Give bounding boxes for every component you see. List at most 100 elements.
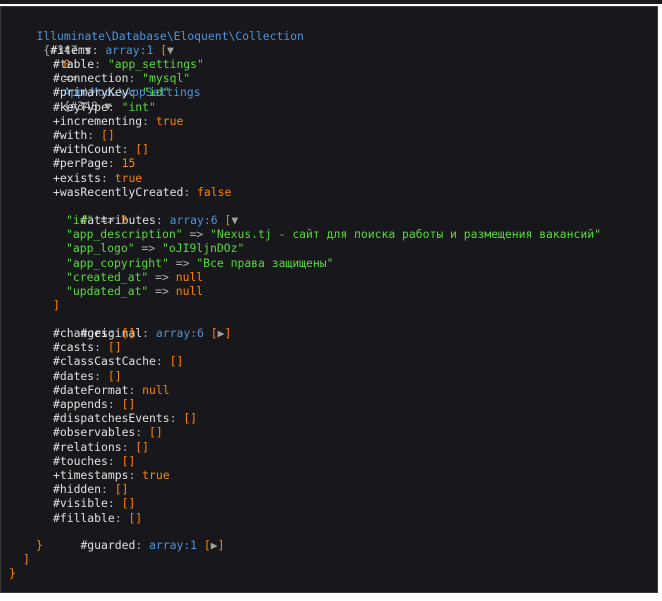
model-prop-row-separator: : [107,397,122,411]
model-prop-row-key: #table [53,57,95,71]
model-prop-row-value: [] [114,482,129,497]
model-prop-row-value: 15 [121,156,136,171]
model-prop-row-value: [] [169,354,184,369]
model-prop-row-key: #observables [53,425,136,440]
attribute-row-separator: => [148,269,176,284]
model-prop-row: #with: [] [53,128,115,142]
attributes-type: array:6 [169,213,218,227]
guarded-line: #guarded: array:1 [▶] [53,524,224,552]
attribute-row: "updated_at" => null [66,284,203,298]
model-prop-row-key: #appends [53,397,108,411]
attribute-row-separator: => [148,284,176,298]
attribute-row-value: "oJI9ljnDOz" [162,241,245,256]
model-prop-row-value: [] [121,397,136,411]
attribute-row-separator: => [182,227,211,242]
model-prop-row-value: [] [107,368,122,383]
model-prop-row-value: [] [101,128,115,142]
attribute-row-separator: => [168,255,197,270]
attribute-row-value: "Nexus.tj - сайт для поиска работы и раз… [210,227,601,242]
model-prop-row-separator: : [107,156,122,171]
model-prop-row-key: #dates [53,368,95,383]
model-prop-row: #connection: "mysql" [53,71,190,85]
attribute-row-key: "app_description" [66,227,183,242]
model-prop-row-value: [] [121,453,136,468]
model-prop-row-key: #changes [53,326,108,340]
model-prop-row-key: #keyType [53,99,108,114]
original-open-bracket: [ [210,326,218,340]
model-prop-row-separator: : [94,340,108,355]
guarded-close-bracket: ] [217,538,225,552]
model-prop-row-value: "mysql" [142,71,191,86]
original-line: #original: array:6 [▶] [53,312,231,340]
model-prop-row-separator: : [128,71,143,86]
attribute-row-value: "Все права защищены" [196,255,334,270]
model-prop-row-key: +incrementing [53,113,143,128]
model-prop-row-value: null [142,382,170,397]
model-prop-row-separator: : [107,326,122,340]
model-prop-row: #visible: [] [53,496,135,510]
attribute-row: "created_at" => null [66,270,203,284]
attribute-row-value: 2 [120,213,128,227]
model-prop-row-separator: : [121,142,136,157]
model-prop-row-separator: : [101,170,115,185]
model-prop-row-key: #classCastCache [53,354,156,369]
model-prop-row-value: [] [107,340,122,355]
guarded-type: array:1 [149,538,198,552]
model-prop-row-value: "app_settings" [107,57,204,71]
attribute-row-separator: => [134,241,163,256]
attributes-close-bracket: ] [53,298,60,312]
model-prop-row-separator: : [142,113,156,128]
model-prop-row-separator: : [94,57,108,71]
model-prop-row-separator: : [183,184,198,199]
model-prop-row-separator: : [128,468,143,482]
model-prop-row: #casts: [] [53,340,122,354]
model-prop-row-value: "id" [142,85,170,100]
attribute-row-value: null [175,269,204,284]
attributes-collapse-toggle-icon[interactable]: ▼ [231,213,238,227]
model-prop-row-value: [] [121,496,136,511]
model-prop-row-key: #primaryKey [53,85,129,100]
original-colon: : [142,326,156,340]
model-prop-row: #dispatchesEvents: [] [53,411,197,425]
model-prop-row-separator: : [87,128,102,142]
model-prop-row-key: #dateFormat [53,382,129,397]
model-prop-row: #primaryKey: "id" [53,85,170,99]
model-prop-row: #classCastCache: [] [53,354,183,368]
guarded-colon: : [135,538,150,552]
attribute-row: "app_logo" => "oJI9ljnDOz" [66,241,244,255]
model-prop-row-separator: : [121,439,136,454]
model-prop-row: #perPage: 15 [53,156,135,170]
model-prop-row-value: [] [135,142,150,157]
model-prop-row-separator: : [107,453,122,468]
model-prop-row-separator: : [155,354,170,369]
original-close-bracket: ] [224,326,232,340]
model-prop-row-separator: : [135,425,150,440]
attribute-row-key: "created_at" [66,269,149,284]
model-prop-row-key: +exists [53,170,102,185]
attribute-row-separator: => [93,213,121,227]
model-prop-row-value: [] [183,411,198,426]
model-prop-row-key: #hidden [53,482,102,497]
model-prop-row-key: #fillable [53,510,115,525]
model-prop-row-separator: : [101,482,115,497]
model-prop-row: +timestamps: true [53,468,170,482]
model-prop-row-value: false [197,184,232,199]
model-prop-row: #dates: [] [53,369,122,383]
model-prop-row: #changes: [] [53,326,135,340]
model-prop-row: +wasRecentlyCreated: false [53,185,231,199]
model-prop-row-value: [] [135,439,150,454]
model-prop-row-value: true [142,468,170,482]
top-bar [0,0,662,4]
model-prop-row-value: [] [128,510,143,525]
model-prop-row-key: #casts [53,340,95,355]
model-prop-row-separator: : [114,510,129,525]
model-prop-row: +incrementing: true [53,114,183,128]
attribute-row-key: "app_logo" [66,241,135,256]
model-prop-row-key: +wasRecentlyCreated [53,184,184,199]
model-close-brace: } [36,538,43,552]
guarded-expand-toggle-icon[interactable]: ▶ [211,538,218,552]
model-prop-row-key: #connection [53,71,129,86]
model-prop-row: #dateFormat: null [53,383,170,397]
attributes-colon: : [155,213,170,227]
model-prop-row-separator: : [94,368,108,383]
